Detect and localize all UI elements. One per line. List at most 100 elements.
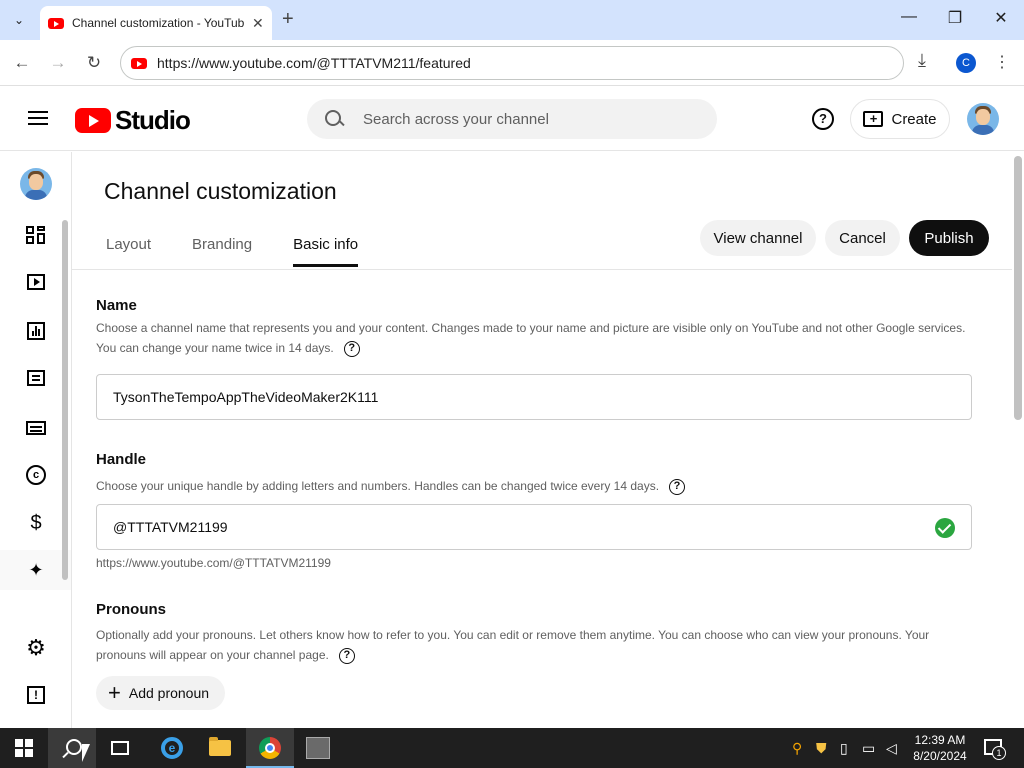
reload-icon[interactable]: ↻ (81, 50, 107, 76)
settings-icon[interactable]: ⚙ (24, 635, 48, 660)
cancel-button[interactable]: Cancel (825, 220, 900, 256)
channel-name-field[interactable] (96, 374, 972, 420)
tabs-divider (72, 269, 1012, 270)
tab-layout[interactable]: Layout (106, 236, 151, 267)
battery-icon[interactable]: ▯ (840, 740, 848, 757)
hamburger-menu-icon[interactable] (28, 111, 48, 125)
app-icon (306, 737, 330, 759)
add-pronoun-button[interactable]: + Add pronoun (96, 676, 226, 710)
app-taskbar-button[interactable] (294, 728, 342, 768)
windows-logo-icon (15, 739, 33, 757)
plus-icon: + (108, 680, 121, 705)
pronouns-section-description: Optionally add your pronouns. Let others… (96, 625, 966, 665)
internet-explorer-icon: e (161, 737, 183, 759)
feedback-icon[interactable]: ! (24, 683, 48, 707)
name-section-title: Name (96, 297, 137, 314)
browser-profile-avatar[interactable]: C (956, 53, 976, 73)
site-youtube-icon (131, 57, 147, 69)
youtube-favicon-icon (48, 17, 64, 29)
handle-section-title: Handle (96, 451, 147, 468)
tray-security-icon[interactable]: ⛊ (816, 740, 827, 757)
back-icon[interactable]: ← (9, 50, 35, 76)
create-button-label: Create (891, 110, 937, 128)
mouse-cursor-icon (82, 744, 90, 762)
main-scrollbar[interactable] (1014, 156, 1022, 420)
clock-time: 12:39 AM (914, 733, 966, 747)
main-content: Channel customization Layout Branding Ba… (72, 152, 1012, 728)
create-video-icon: + (863, 111, 884, 127)
content-icon[interactable] (24, 270, 48, 294)
pronouns-section-title: Pronouns (96, 601, 166, 618)
studio-logo[interactable]: Studio (75, 105, 191, 136)
copyright-icon[interactable]: c (24, 463, 48, 487)
pronouns-description-text: Optionally add your pronouns. Let others… (96, 628, 930, 662)
handle-help-icon[interactable]: ? (669, 478, 686, 495)
address-url: https://www.youtube.com/@TTTATVM211/feat… (157, 55, 471, 71)
new-tab-icon[interactable]: + (282, 8, 294, 31)
page-title: Channel customization (104, 178, 337, 204)
chrome-icon (259, 737, 281, 759)
start-button[interactable] (0, 728, 48, 768)
volume-muted-icon[interactable]: ◁ (886, 740, 897, 757)
forward-icon[interactable]: → (45, 50, 71, 76)
browser-tab-title: Channel customization - YouTube Studio (72, 16, 244, 30)
channel-name-input[interactable] (113, 389, 913, 405)
address-bar[interactable]: https://www.youtube.com/@TTTATVM211/feat… (120, 46, 904, 80)
notification-count-badge: 1 (992, 746, 1006, 760)
download-icon[interactable]: ⤓ (918, 50, 926, 71)
folder-icon (209, 737, 231, 756)
taskbar-search-icon (63, 739, 82, 757)
minimize-icon[interactable]: — (894, 8, 924, 26)
account-avatar[interactable] (967, 103, 999, 135)
channel-search-bar[interactable] (307, 99, 717, 139)
handle-url-preview: https://www.youtube.com/@TTTATVM21199 (96, 556, 331, 570)
network-icon[interactable]: ▭ (862, 740, 875, 757)
task-view-icon (111, 741, 129, 755)
tray-search-icon[interactable]: ⚲ (792, 740, 802, 757)
studio-header: Studio ? + Create (0, 87, 1024, 151)
create-button[interactable]: + Create (850, 99, 950, 139)
handle-available-check-icon (935, 518, 955, 538)
subtitles-icon[interactable] (24, 416, 48, 440)
analytics-icon[interactable] (24, 319, 48, 343)
tab-branding[interactable]: Branding (192, 236, 252, 267)
file-explorer-button[interactable] (196, 728, 244, 768)
tab-basic-info[interactable]: Basic info (293, 236, 359, 267)
name-section-description: Choose a channel name that represents yo… (96, 318, 966, 358)
studio-logo-text: Studio (115, 105, 191, 135)
publish-button[interactable]: Publish (909, 220, 989, 256)
help-icon[interactable]: ? (812, 108, 834, 130)
handle-section-description: Choose your unique handle by adding lett… (96, 476, 966, 496)
task-view-button[interactable] (96, 728, 144, 768)
browser-menu-icon[interactable]: ⋮ (994, 52, 1010, 72)
dashboard-icon[interactable] (24, 223, 48, 247)
tab-search-chevron-icon[interactable]: ⌄ (6, 8, 32, 32)
clock-date: 8/20/2024 (913, 749, 967, 763)
comments-icon[interactable] (24, 366, 48, 390)
pronouns-help-icon[interactable]: ? (338, 647, 355, 664)
restore-icon[interactable]: ❐ (940, 8, 970, 28)
name-description-text: Choose a channel name that represents yo… (96, 321, 966, 355)
close-tab-icon[interactable]: ✕ (252, 15, 264, 32)
browser-tab[interactable]: Channel customization - YouTube Studio ✕ (40, 6, 272, 40)
channel-avatar[interactable] (20, 168, 52, 200)
studio-sidebar: c $ ✦ ⚙ ! (0, 152, 72, 728)
customization-icon[interactable]: ✦ (24, 558, 48, 582)
taskbar-clock[interactable]: 12:39 AM 8/20/2024 (912, 732, 968, 764)
youtube-logo-icon (75, 108, 111, 133)
browser-tab-strip: ⌄ Channel customization - YouTube Studio… (0, 0, 1024, 40)
sidebar-scrollbar[interactable] (62, 220, 68, 580)
browser-toolbar: ← → ↻ https://www.youtube.com/@TTTATVM21… (0, 40, 1024, 86)
chrome-taskbar-button[interactable] (246, 728, 294, 768)
add-pronoun-label: Add pronoun (128, 685, 210, 701)
search-icon[interactable] (323, 108, 345, 130)
earn-icon[interactable]: $ (24, 511, 48, 535)
handle-field[interactable] (96, 504, 972, 550)
channel-search-input[interactable] (363, 110, 683, 128)
handle-description-text: Choose your unique handle by adding lett… (96, 479, 660, 493)
close-window-icon[interactable]: ✕ (986, 8, 1016, 28)
view-channel-button[interactable]: View channel (700, 220, 816, 256)
name-help-icon[interactable]: ? (343, 340, 360, 357)
internet-explorer-button[interactable]: e (148, 728, 196, 768)
handle-input[interactable] (113, 519, 913, 535)
